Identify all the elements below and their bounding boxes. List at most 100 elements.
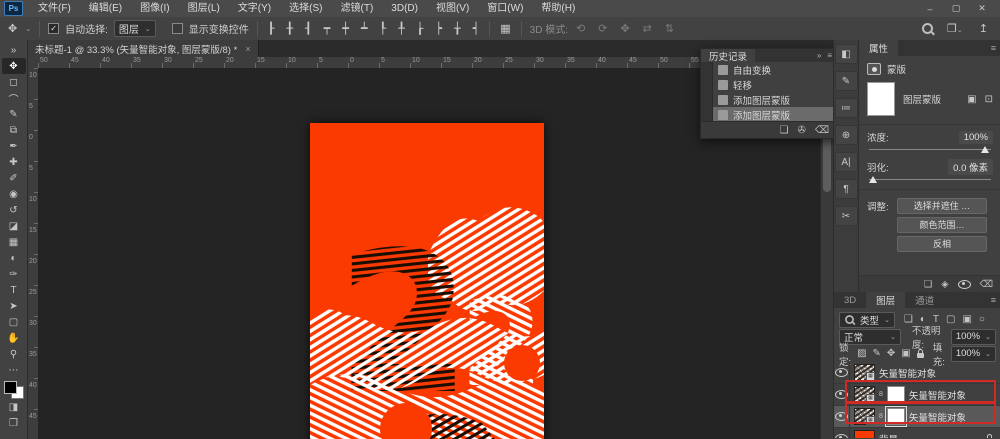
history-state[interactable]: 添加图层蒙版 bbox=[701, 107, 837, 122]
character-panel-icon[interactable]: A| bbox=[834, 152, 858, 172]
layer-row[interactable]: 背景 bbox=[834, 428, 1000, 438]
distribute-right-icon[interactable]: ┥ bbox=[471, 22, 482, 35]
fill-dropdown[interactable]: 100% ⌄ bbox=[950, 345, 996, 362]
move-tool-icon[interactable]: ✥ bbox=[6, 22, 19, 35]
hand-tool[interactable]: ✋ bbox=[2, 330, 26, 346]
mask-selection-icon[interactable]: ❏ bbox=[924, 279, 933, 290]
move-tool[interactable]: ✥ bbox=[1, 58, 26, 74]
new-snapshot-icon[interactable]: ✇ bbox=[797, 125, 805, 136]
layer-row[interactable]: ▦ 8 矢量智能对象 bbox=[834, 384, 1000, 406]
feather-slider[interactable] bbox=[869, 176, 991, 184]
feather-value[interactable]: 0.0 像素 bbox=[948, 159, 993, 175]
delete-mask-icon[interactable]: ⌫ bbox=[980, 279, 993, 290]
color-range-button[interactable]: 颜色范围… bbox=[897, 217, 987, 233]
align-vertical-centers-icon[interactable]: ┿ bbox=[340, 22, 351, 35]
adjustments-panel-icon[interactable]: ◧ bbox=[834, 44, 858, 64]
eraser-tool[interactable]: ◪ bbox=[2, 218, 26, 234]
apply-mask-icon[interactable]: ◈ bbox=[941, 279, 948, 290]
lock-transparent-icon[interactable]: ▨ bbox=[857, 348, 866, 359]
mask-link-icon[interactable]: 8 bbox=[879, 391, 883, 398]
lock-image-icon[interactable]: ✎ bbox=[873, 348, 881, 359]
shape-tool[interactable]: ▢ bbox=[2, 314, 26, 330]
opacity-dropdown[interactable]: 100% ⌄ bbox=[950, 328, 996, 345]
document-canvas[interactable]: 2 2 bbox=[310, 123, 544, 439]
tool-preset-chevron-icon[interactable]: ⌄ bbox=[25, 25, 31, 33]
mask-link-icon[interactable]: 8 bbox=[879, 413, 883, 420]
lock-all-icon[interactable] bbox=[916, 348, 924, 358]
dodge-tool[interactable]: ◐ bbox=[2, 250, 26, 266]
tool-presets-panel-icon[interactable]: ✂ bbox=[834, 206, 858, 226]
menu-item-T[interactable]: 滤镜(T) bbox=[332, 0, 383, 17]
filter-type-dropdown[interactable]: 类型 ⌄ bbox=[839, 311, 895, 328]
snapshot-well[interactable] bbox=[701, 62, 713, 77]
collapse-toolbar-icon[interactable]: » bbox=[2, 42, 26, 58]
maximize-icon[interactable]: ▢ bbox=[950, 3, 962, 14]
visibility-eye-icon[interactable] bbox=[835, 412, 848, 421]
snapshot-well[interactable] bbox=[701, 92, 713, 107]
menu-item-W[interactable]: 窗口(W) bbox=[478, 0, 532, 17]
visibility-eye-icon[interactable] bbox=[835, 434, 848, 438]
history-state[interactable]: 自由变换 bbox=[701, 62, 837, 77]
workspace-switcher-icon[interactable]: ❐⌄ bbox=[945, 22, 965, 35]
brushes-panel-icon[interactable]: ≔ bbox=[834, 98, 858, 118]
brush-settings-panel-icon[interactable]: ✎ bbox=[834, 71, 858, 91]
menu-item-H[interactable]: 帮助(H) bbox=[532, 0, 584, 17]
menu-item-S[interactable]: 选择(S) bbox=[280, 0, 331, 17]
pen-tool[interactable]: ✑ bbox=[2, 266, 26, 282]
auto-select-dropdown[interactable]: 图层 ⌄ bbox=[113, 20, 156, 37]
layer-mask-thumbnail[interactable] bbox=[867, 82, 895, 116]
panel-menu-icon[interactable]: ≡ bbox=[991, 43, 1000, 53]
tab-通道[interactable]: 通道 bbox=[905, 292, 945, 308]
select-and-mask-button[interactable]: 选择并遮住 … bbox=[897, 198, 987, 214]
search-icon[interactable] bbox=[922, 23, 934, 34]
layer-thumbnail[interactable]: ▦ bbox=[854, 364, 875, 381]
density-slider[interactable] bbox=[869, 146, 991, 154]
document-tab[interactable]: 未标题-1 @ 33.3% (矢量智能对象, 图层蒙版/8) * × bbox=[28, 40, 259, 57]
history-brush-tool[interactable]: ↺ bbox=[2, 202, 26, 218]
brush-tool[interactable]: ✐ bbox=[2, 170, 26, 186]
density-slider-thumb[interactable] bbox=[981, 146, 989, 153]
lasso-tool[interactable]: ⌒ bbox=[2, 90, 26, 106]
layer-mask-thumbnail[interactable] bbox=[886, 386, 905, 403]
tab-图层[interactable]: 图层 bbox=[866, 292, 906, 308]
filter-shape-layers-icon[interactable]: ▢ bbox=[946, 314, 955, 325]
eye-cell[interactable] bbox=[834, 384, 850, 405]
eye-cell[interactable] bbox=[834, 362, 850, 383]
collapse-panel-icon[interactable]: » bbox=[817, 51, 821, 60]
quick-mask-icon[interactable]: ◨ bbox=[2, 399, 26, 415]
distribute-hcenter-icon[interactable]: ╁ bbox=[452, 22, 463, 35]
eye-cell[interactable] bbox=[834, 406, 850, 427]
menu-item-E[interactable]: 编辑(E) bbox=[80, 0, 131, 17]
layer-thumbnail[interactable] bbox=[854, 430, 875, 438]
crop-tool[interactable]: ⧉ bbox=[2, 122, 26, 138]
panel-menu-icon[interactable]: ≡ bbox=[827, 51, 832, 60]
lock-position-icon[interactable]: ✥ bbox=[887, 348, 895, 359]
paragraph-panel-icon[interactable]: ¶ bbox=[834, 179, 858, 199]
layer-mask-thumbnail[interactable] bbox=[884, 406, 907, 427]
show-transform-checkbox[interactable]: ✓ bbox=[171, 23, 183, 34]
quick-selection-tool[interactable]: ✎ bbox=[2, 106, 26, 122]
clone-stamp-tool[interactable]: ◉ bbox=[2, 186, 26, 202]
edit-toolbar-icon[interactable]: ⋯ bbox=[2, 362, 26, 378]
clone-source-panel-icon[interactable]: ⊕ bbox=[834, 125, 858, 145]
snapshot-well[interactable] bbox=[701, 77, 713, 92]
history-state[interactable]: 轻移 bbox=[701, 77, 837, 92]
marquee-tool[interactable]: ◻ bbox=[2, 74, 26, 90]
select-mask-icon[interactable]: ▣ bbox=[967, 94, 976, 105]
align-left-edges-icon[interactable]: ┠ bbox=[266, 22, 277, 35]
align-right-edges-icon[interactable]: ┨ bbox=[303, 22, 314, 35]
feather-slider-thumb[interactable] bbox=[869, 176, 877, 183]
filter-toggle-icon[interactable]: ○ bbox=[979, 314, 985, 325]
align-top-edges-icon[interactable]: ┯ bbox=[322, 22, 333, 35]
zoom-tool[interactable]: ⚲ bbox=[2, 346, 26, 362]
close-tab-icon[interactable]: × bbox=[245, 44, 250, 54]
tab-properties[interactable]: 属性 bbox=[859, 40, 899, 56]
tab-3D[interactable]: 3D bbox=[834, 292, 867, 308]
foreground-color-swatch[interactable] bbox=[3, 381, 17, 394]
layer-thumbnail[interactable]: ▦ bbox=[854, 386, 875, 403]
eyedropper-tool[interactable]: ✒ bbox=[2, 138, 26, 154]
menu-item-I[interactable]: 图像(I) bbox=[131, 0, 178, 17]
align-horizontal-centers-icon[interactable]: ╂ bbox=[284, 22, 295, 35]
gradient-tool[interactable]: ▦ bbox=[2, 234, 26, 250]
screen-mode-icon[interactable]: ❐ bbox=[2, 415, 26, 431]
